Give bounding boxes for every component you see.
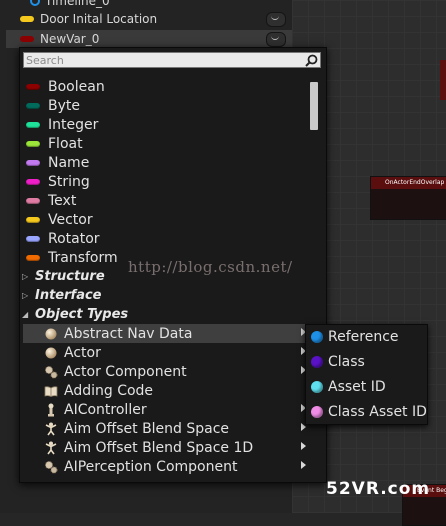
float-pill-icon — [26, 140, 40, 147]
boolean-pill-icon — [20, 36, 34, 42]
object-type-label: AIController — [64, 401, 147, 418]
pawn-icon — [44, 403, 58, 417]
type-item-integer[interactable]: Integer — [26, 115, 98, 134]
submenu-arrow-icon[interactable] — [301, 461, 306, 469]
type-item-label: Transform — [48, 249, 118, 266]
watermark-url: http://blog.csdn.net/ — [128, 258, 293, 276]
submenu-item-label: Asset ID — [328, 379, 386, 395]
collapse-toggle[interactable] — [266, 32, 286, 47]
node-title: OnActorEndOverlap (Sk — [371, 177, 446, 189]
submenu-item-reference[interactable]: Reference — [306, 325, 427, 349]
object-type-aicontroller[interactable]: AIController — [23, 400, 308, 419]
type-item-label: Byte — [48, 97, 80, 114]
type-item-label: Text — [48, 192, 77, 209]
rotator-pill-icon — [26, 235, 40, 242]
sphere-icon — [44, 346, 58, 360]
reference-type-submenu: Reference Class Asset ID Class Asset ID — [305, 324, 428, 425]
collapse-toggle[interactable] — [266, 12, 286, 27]
submenu-item-class[interactable]: Class — [306, 350, 427, 374]
submenu-item-label: Reference — [328, 329, 399, 345]
type-item-byte[interactable]: Byte — [26, 96, 80, 115]
type-item-label: Rotator — [48, 230, 100, 247]
object-type-label: Adding Code — [64, 382, 154, 399]
type-item-label: Integer — [48, 116, 99, 133]
variable-label: Door Inital Location — [40, 12, 158, 26]
category-label: Object Types — [35, 307, 129, 322]
name-pill-icon — [26, 159, 40, 166]
category-label: Interface — [35, 288, 102, 303]
type-item-vector[interactable]: Vector — [26, 210, 93, 229]
boolean-pill-icon — [26, 83, 40, 90]
type-item-rotator[interactable]: Rotator — [26, 229, 100, 248]
type-item-boolean[interactable]: Boolean — [26, 77, 105, 96]
asset-id-dot-icon — [311, 381, 323, 393]
search-box[interactable] — [23, 52, 321, 68]
type-item-label: Name — [48, 154, 90, 171]
reference-dot-icon — [311, 331, 323, 343]
submenu-item-class-asset-id[interactable]: Class Asset ID — [306, 400, 427, 424]
type-item-name[interactable]: Name — [26, 153, 89, 172]
type-item-label: Vector — [48, 211, 93, 228]
variable-row-timeline[interactable]: Timeline_0 — [6, 0, 292, 10]
object-type-adding-code[interactable]: Adding Code — [23, 381, 308, 400]
graph-node-edge — [440, 60, 446, 100]
submenu-item-label: Class — [328, 354, 365, 370]
object-type-label: Abstract Nav Data — [64, 325, 193, 342]
text-pill-icon — [26, 197, 40, 204]
variable-row-newvar[interactable]: NewVar_0 — [6, 30, 292, 48]
type-item-label: Float — [48, 135, 83, 152]
type-item-string[interactable]: String — [26, 172, 90, 191]
search-input[interactable] — [26, 53, 296, 67]
submenu-item-asset-id[interactable]: Asset ID — [306, 375, 427, 399]
object-type-aim-offset-blend-space-1d[interactable]: Aim Offset Blend Space 1D — [23, 438, 308, 457]
book-icon — [44, 384, 58, 398]
type-item-text[interactable]: Text — [26, 191, 76, 210]
expand-arrow-icon[interactable]: ▷ — [22, 291, 32, 300]
submenu-item-label: Class Asset ID — [328, 404, 427, 420]
integer-pill-icon — [26, 121, 40, 128]
type-item-label: String — [48, 173, 90, 190]
collapse-arrow-icon[interactable]: ◢ — [22, 310, 32, 319]
variable-label: Timeline_0 — [45, 0, 110, 8]
search-icon[interactable] — [305, 54, 318, 67]
object-type-actor-component[interactable]: Actor Component — [23, 362, 308, 381]
category-object-types[interactable]: ◢ Object Types — [22, 305, 128, 324]
type-item-transform[interactable]: Transform — [26, 248, 118, 267]
object-type-label: AIPerception Component — [64, 458, 238, 475]
blendspace-1d-icon — [44, 441, 58, 455]
object-type-label: Aim Offset Blend Space — [64, 420, 230, 437]
object-type-aiperception-component[interactable]: AIPerception Component — [23, 457, 308, 476]
object-type-abstract-nav-data[interactable]: Abstract Nav Data — [23, 324, 308, 343]
object-type-label: Actor Component — [64, 363, 187, 380]
submenu-arrow-icon[interactable] — [301, 442, 306, 450]
gears-icon — [44, 365, 58, 379]
category-label: Structure — [35, 269, 105, 284]
object-type-aim-offset-blend-space[interactable]: Aim Offset Blend Space — [23, 419, 308, 438]
byte-pill-icon — [26, 102, 40, 109]
category-interface[interactable]: ▷ Interface — [22, 286, 102, 305]
vector-pill-icon — [26, 216, 40, 223]
category-structure[interactable]: ▷ Structure — [22, 267, 105, 286]
type-item-label: Boolean — [48, 78, 105, 95]
timeline-icon — [30, 0, 40, 6]
transform-pill-icon — [26, 254, 40, 261]
class-dot-icon — [311, 356, 323, 368]
string-pill-icon — [26, 178, 40, 185]
object-type-label: Actor — [64, 344, 101, 361]
object-type-label: Aim Offset Blend Space 1D — [64, 439, 254, 456]
variable-row-door-location[interactable]: Door Inital Location — [6, 10, 292, 28]
sphere-icon — [44, 327, 58, 341]
type-item-float[interactable]: Float — [26, 134, 83, 153]
graph-node-end-overlap[interactable]: OnActorEndOverlap (Sk — [370, 176, 446, 220]
watermark-brand: 52VR.com — [326, 479, 431, 499]
vector-pill-icon — [20, 16, 34, 22]
blendspace-icon — [44, 422, 58, 436]
object-type-actor[interactable]: Actor — [23, 343, 308, 362]
scrollbar-thumb[interactable] — [310, 82, 318, 130]
expand-arrow-icon[interactable]: ▷ — [22, 272, 32, 281]
gears-icon — [44, 460, 58, 474]
variable-label: NewVar_0 — [40, 32, 100, 46]
class-asset-id-dot-icon — [311, 406, 323, 418]
